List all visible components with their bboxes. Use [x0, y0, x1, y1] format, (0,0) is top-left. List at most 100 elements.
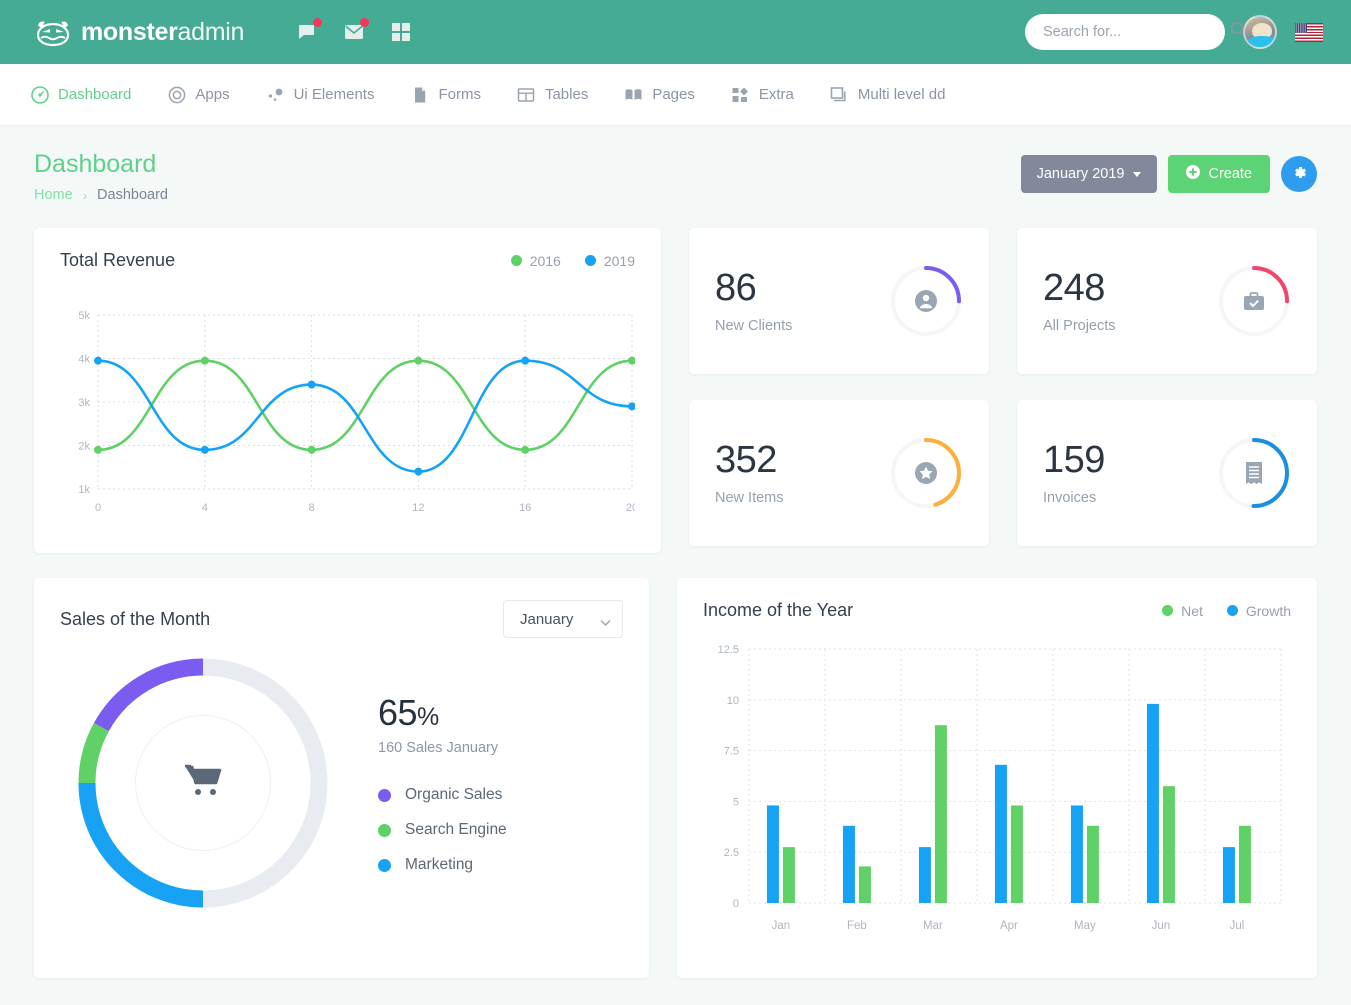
sales-of-month-header: Sales of the Month January: [60, 600, 623, 638]
legend-label-2016: 2016: [529, 252, 561, 269]
stat-progress-ring: [889, 436, 963, 510]
sales-donut-chart: [68, 648, 338, 918]
sales-of-month-title: Sales of the Month: [60, 608, 211, 629]
stat-cards-row-bottom: 352 New Items 159 Invoices: [689, 400, 1317, 546]
total-revenue-line-chart: 1k 2k 3k 4k 5k 0 4 8 12 16 20: [60, 293, 638, 533]
svg-text:4k: 4k: [78, 354, 90, 366]
svg-text:Mar: Mar: [923, 920, 943, 932]
brand-light-text: admin: [177, 17, 245, 46]
legend-label-organic-sales: Organic Sales: [405, 786, 503, 803]
breadcrumb: Home › Dashboard: [34, 187, 168, 203]
search-box[interactable]: [1025, 14, 1247, 50]
sales-month-select[interactable]: January: [503, 600, 623, 638]
table-grid-icon: [517, 85, 536, 104]
stat-label: New Clients: [715, 317, 793, 334]
stat-progress-ring: [1217, 436, 1291, 510]
chat-badge-dot: [313, 18, 323, 27]
nav-label: Extra: [758, 86, 794, 103]
legend-item-2016[interactable]: 2016: [510, 252, 561, 269]
income-legend: Net Growth: [1162, 603, 1291, 619]
main-navigation-bar: Dashboard Apps Ui Elements Forms Tables …: [0, 64, 1351, 126]
sales-legend-search-engine[interactable]: Search Engine: [378, 821, 507, 839]
stat-card-invoices: 159 Invoices: [1017, 400, 1317, 546]
nav-item-dashboard[interactable]: Dashboard: [30, 64, 131, 126]
total-revenue-card: Total Revenue 2016 2019 1k 2k 3k 4k 5k 0 4 8 12 1…: [34, 228, 661, 553]
nav-label: Ui Elements: [293, 86, 375, 103]
create-button[interactable]: Create: [1168, 155, 1270, 193]
income-of-year-header: Income of the Year Net Growth: [703, 600, 1291, 621]
svg-text:20: 20: [626, 502, 635, 514]
sales-legend-marketing[interactable]: Marketing: [378, 856, 507, 874]
nav-item-multi-level-dd[interactable]: Multi level dd: [830, 64, 946, 126]
stat-progress-ring: [1217, 264, 1291, 338]
dashboard-row-2: Sales of the Month January 65% 160 Sales…: [34, 578, 1317, 978]
legend-item-net[interactable]: Net: [1162, 603, 1203, 619]
monster-logo-icon: [35, 17, 71, 47]
income-of-year-card: Income of the Year Net Growth 0 2.5 5 7.5 10…: [677, 578, 1317, 978]
nav-label: Pages: [652, 86, 695, 103]
legend-dot-search-engine: [378, 823, 391, 837]
income-of-year-title: Income of the Year: [703, 600, 854, 620]
sales-of-month-body: 65% 160 Sales January Organic Sales Sear…: [60, 648, 623, 918]
stat-value: 159: [1043, 438, 1105, 481]
stat-value: 248: [1043, 266, 1105, 309]
mail-badge-dot: [360, 18, 370, 27]
month-filter-button[interactable]: January 2019: [1020, 155, 1158, 193]
stat-progress-ring: [889, 264, 963, 338]
person-icon: [889, 264, 963, 338]
chat-icon[interactable]: [296, 18, 323, 43]
create-button-label: Create: [1208, 166, 1252, 182]
nav-item-apps[interactable]: Apps: [167, 64, 230, 126]
nav-item-pages[interactable]: Pages: [624, 64, 695, 126]
stat-cards-column: 86 New Clients 248 All Projects 352 New …: [689, 228, 1317, 553]
stat-card-new-items: 352 New Items: [689, 400, 989, 546]
brand-bold-text: monster: [81, 17, 178, 46]
nav-item-forms[interactable]: Forms: [410, 64, 481, 126]
page-header: Dashboard Home › Dashboard January 2019 …: [34, 150, 1317, 203]
nav-item-tables[interactable]: Tables: [517, 64, 588, 126]
extra-blocks-icon: [731, 85, 750, 104]
layers-icon: [830, 85, 849, 104]
svg-text:7.5: 7.5: [724, 746, 739, 758]
donut-center-circle: [135, 715, 271, 851]
nav-item-ui-elements[interactable]: Ui Elements: [266, 64, 375, 126]
legend-item-2019[interactable]: 2019: [584, 253, 635, 269]
svg-text:Jul: Jul: [1230, 920, 1245, 932]
user-avatar[interactable]: [1243, 15, 1277, 49]
svg-text:10: 10: [727, 695, 739, 707]
nav-item-extra[interactable]: Extra: [731, 64, 794, 126]
brand-logo-area[interactable]: monsteradmin: [35, 17, 244, 47]
chevron-down-icon: [600, 614, 611, 626]
stat-label: New Items: [715, 489, 784, 506]
us-flag-icon[interactable]: [1295, 22, 1323, 42]
total-revenue-title: Total Revenue: [60, 250, 176, 270]
svg-text:May: May: [1074, 920, 1096, 932]
sales-percent: 65%: [378, 692, 507, 734]
breadcrumb-home[interactable]: Home: [34, 187, 73, 203]
nav-label: Multi level dd: [857, 86, 946, 103]
svg-text:3k: 3k: [78, 397, 90, 409]
legend-label-net: Net: [1181, 602, 1203, 619]
svg-text:12.5: 12.5: [718, 644, 739, 656]
top-header-bar: monsteradmin: [0, 0, 1351, 64]
header-icon-group: [296, 18, 412, 43]
sales-percent-symbol: %: [417, 703, 439, 731]
legend-dot-2019: [584, 255, 596, 266]
settings-button[interactable]: [1281, 156, 1317, 192]
svg-text:8: 8: [309, 502, 315, 514]
search-input[interactable]: [1043, 24, 1230, 40]
apps-grid-icon[interactable]: [390, 21, 412, 43]
legend-label-search-engine: Search Engine: [405, 821, 507, 838]
sales-legend-organic[interactable]: Organic Sales: [378, 786, 507, 804]
legend-item-growth[interactable]: Growth: [1226, 603, 1291, 619]
target-icon: [167, 85, 186, 104]
mail-icon[interactable]: [343, 18, 370, 43]
svg-text:Feb: Feb: [847, 920, 867, 932]
brand-title: monsteradmin: [81, 18, 244, 47]
page-content: Dashboard Home › Dashboard January 2019 …: [0, 126, 1351, 978]
gear-icon: [1291, 164, 1308, 184]
stat-card-new-clients: 86 New Clients: [689, 228, 989, 374]
svg-text:Apr: Apr: [1000, 920, 1018, 932]
nav-label: Dashboard: [58, 86, 132, 103]
svg-text:5k: 5k: [78, 310, 90, 322]
